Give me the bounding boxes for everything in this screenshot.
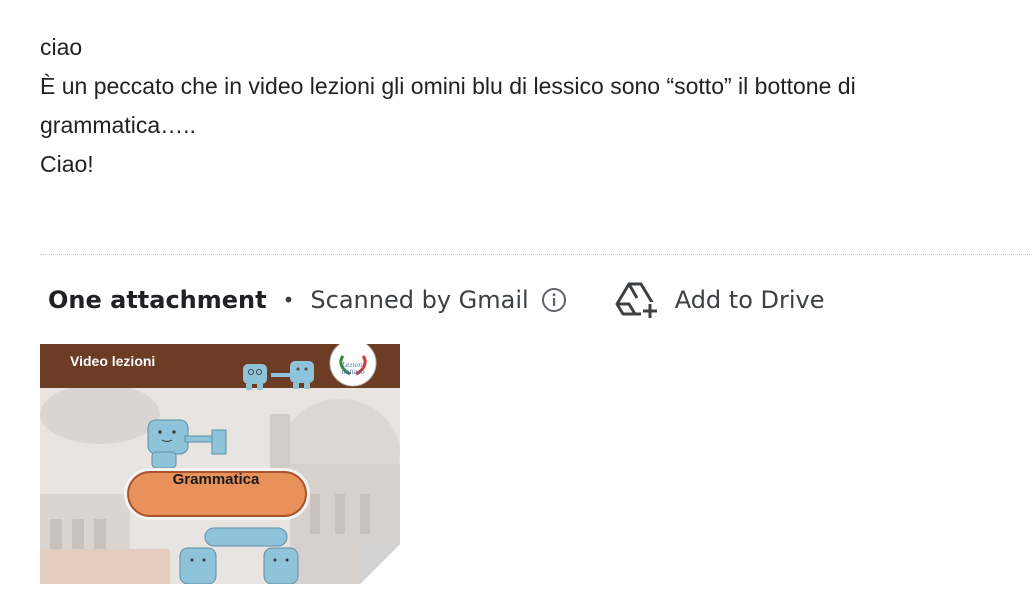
- separator-dot: •: [282, 288, 295, 312]
- svg-text:Lezioni: Lezioni: [341, 362, 364, 369]
- message-line-text: È un peccato che in video lezioni gli om…: [40, 73, 863, 138]
- add-to-drive-button[interactable]: Add to Drive: [615, 280, 825, 320]
- attachment-thumbnail[interactable]: Lezioni Italiano Video lezioni Grammatic…: [40, 344, 400, 584]
- message-line-greeting: ciao: [40, 34, 83, 60]
- thumbnail-header-title: Video lezioni: [70, 353, 156, 369]
- attachments-divider: [40, 254, 1032, 255]
- add-to-drive-icon: [615, 280, 659, 320]
- add-to-drive-label: Add to Drive: [674, 286, 825, 314]
- scan-status: Scanned by Gmail: [310, 286, 529, 314]
- message-line-closing: Ciao!: [40, 151, 94, 177]
- attachments-header: One attachment • Scanned by Gmail Add to…: [48, 280, 825, 320]
- attachment-count: One attachment: [48, 286, 267, 314]
- thumbnail-image: Lezioni Italiano: [40, 344, 400, 584]
- svg-text:Italiano: Italiano: [340, 369, 365, 376]
- info-icon[interactable]: [541, 287, 567, 313]
- thumbnail-button-label: Grammatica: [172, 471, 260, 488]
- message-body: ciao È un peccato che in video lezioni g…: [40, 28, 1000, 184]
